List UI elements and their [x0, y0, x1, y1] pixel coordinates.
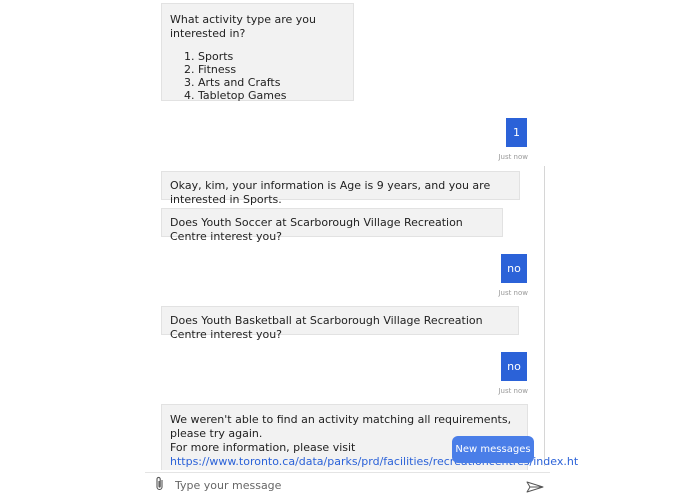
bot-message-text: Does Youth Basketball at Scarborough Vil…: [170, 314, 483, 341]
user-message: no: [501, 254, 527, 283]
chat-transcript: What activity type are you interested in…: [0, 0, 695, 470]
bot-message-text: Okay, kim, your information is Age is 9 …: [170, 179, 491, 206]
scrollbar-track[interactable]: [544, 166, 545, 466]
new-messages-label: New messages: [455, 444, 531, 455]
link-text: ml: [170, 469, 184, 470]
user-message: 1: [506, 118, 527, 147]
paperclip-icon[interactable]: [153, 476, 167, 492]
bot-message-text: Does Youth Soccer at Scarborough Village…: [170, 216, 463, 243]
option-item: Sports: [198, 50, 345, 63]
user-message-text: no: [507, 360, 521, 373]
bot-message-summary: Okay, kim, your information is Age is 9 …: [161, 171, 520, 206]
timestamp: Just now: [498, 289, 528, 297]
user-message-text: 1: [513, 126, 520, 139]
timestamp: Just now: [498, 387, 528, 395]
user-message: no: [501, 352, 527, 381]
bot-message-basketball-question: Does Youth Basketball at Scarborough Vil…: [161, 306, 519, 341]
send-icon[interactable]: [526, 478, 544, 493]
bot-message-soccer-question: Does Youth Soccer at Scarborough Village…: [161, 208, 503, 243]
question-text: What activity type are you interested in…: [170, 13, 317, 40]
activity-options-list: Sports Fitness Arts and Crafts Tabletop …: [170, 50, 345, 102]
new-messages-button[interactable]: New messages: [452, 436, 534, 463]
option-item: Tabletop Games: [198, 89, 345, 102]
message-composer: [145, 472, 550, 495]
option-item: Fitness: [198, 63, 345, 76]
timestamp: Just now: [498, 153, 528, 161]
bot-message-activity-question: What activity type are you interested in…: [161, 3, 354, 102]
message-input[interactable]: [175, 477, 505, 493]
option-item: Arts and Crafts: [198, 76, 345, 89]
user-message-text: no: [507, 262, 521, 275]
